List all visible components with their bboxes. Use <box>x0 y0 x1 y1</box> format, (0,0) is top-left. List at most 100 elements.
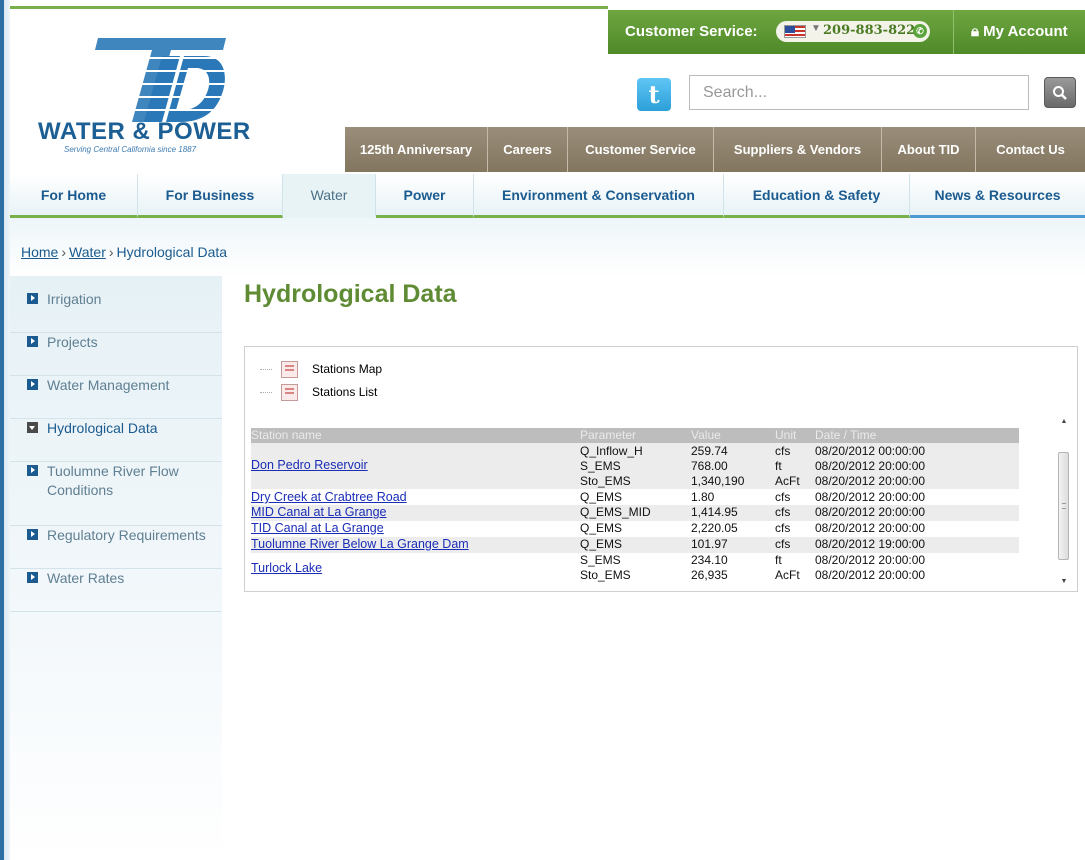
arrow-right-icon <box>27 293 38 304</box>
tid-logo-mark <box>76 38 226 122</box>
customer-service-label: Customer Service: <box>625 23 758 40</box>
tab-education-safety[interactable]: Education & Safety <box>724 174 910 218</box>
column-header-parameter: Parameter <box>580 428 637 442</box>
table-row: Turlock Lake S_EMS 234.10 ft 08/20/2012 … <box>251 553 1019 584</box>
tree-item-stations-map[interactable]: Stations Map <box>260 359 382 379</box>
customer-service-bar: Customer Service: ▼ 209-883-8222 ✆ 🔒︎ My… <box>608 10 1085 54</box>
my-account-link[interactable]: 🔒︎ My Account <box>971 23 1068 40</box>
sidebar-item-label: Water Management <box>47 377 170 393</box>
arrow-right-icon <box>27 379 38 390</box>
page-title: Hydrological Data <box>244 280 457 308</box>
arrow-right-icon <box>27 572 38 583</box>
tree-connector <box>260 391 272 393</box>
tab-water[interactable]: Water <box>283 174 376 218</box>
phone-icon[interactable]: ✆ <box>913 24 927 38</box>
breadcrumb-separator: › <box>61 244 67 260</box>
my-account-label: My Account <box>983 23 1068 40</box>
sidebar-item-label: Tuolumne River Flow Conditions <box>47 463 179 498</box>
breadcrumb-water[interactable]: Water <box>69 244 106 260</box>
nav-suppliers-vendors[interactable]: Suppliers & Vendors <box>714 127 882 172</box>
tree-item-stations-list[interactable]: Stations List <box>260 382 377 402</box>
cell-value: 768.00 <box>691 459 728 473</box>
cell-datetime: 08/20/2012 20:00:00 <box>815 474 926 488</box>
table-subrow: Q_Inflow_H 259.74 cfs 08/20/2012 00:00:0… <box>251 444 1019 459</box>
us-flag-icon <box>784 25 806 38</box>
table-scrollbar[interactable]: ▲ ▼ <box>1057 417 1071 587</box>
phone-number[interactable]: 209-883-8222 <box>823 23 924 38</box>
sidebar-item-hydrological-data[interactable]: Hydrological Data <box>10 419 222 462</box>
sidebar-item-label: Projects <box>47 334 98 350</box>
table-row: Don Pedro Reservoir Q_Inflow_H 259.74 cf… <box>251 443 1019 489</box>
search-input[interactable] <box>689 75 1029 110</box>
arrow-down-icon <box>27 422 38 433</box>
tab-for-business[interactable]: For Business <box>138 174 283 218</box>
tree-connector <box>260 368 272 370</box>
table-subrow: S_EMS 234.10 ft 08/20/2012 20:00:00 <box>251 553 1019 568</box>
cell-parameter: Q_Inflow_H <box>580 444 643 458</box>
tab-power[interactable]: Power <box>376 174 474 218</box>
cell-parameter: Sto_EMS <box>580 568 631 582</box>
cell-unit: cfs <box>775 490 791 504</box>
tab-news-resources[interactable]: News & Resources <box>910 174 1085 218</box>
twitter-icon[interactable]: t <box>637 78 671 111</box>
nav-about-tid[interactable]: About TID <box>882 127 976 172</box>
cell-datetime: 08/20/2012 19:00:00 <box>815 537 926 551</box>
cell-value: 1.80 <box>691 490 715 504</box>
table-row: Tuolumne River Below La Grange Dam Q_EMS… <box>251 537 1019 553</box>
scrollbar-thumb[interactable] <box>1058 452 1069 560</box>
tab-environment-conservation[interactable]: Environment & Conservation <box>474 174 724 218</box>
search-button[interactable] <box>1044 77 1076 108</box>
sidebar-item-water-rates[interactable]: Water Rates <box>10 569 222 612</box>
list-icon <box>281 383 298 401</box>
table-subrow: Q_EMS_MID 1,414.95 cfs 08/20/2012 20:00:… <box>251 505 1019 520</box>
main-nav: For Home For Business Water Power Enviro… <box>10 174 1085 218</box>
scroll-down-icon[interactable]: ▼ <box>1059 577 1069 587</box>
tab-for-home[interactable]: For Home <box>10 174 138 218</box>
tree-item-label: Stations List <box>312 385 378 399</box>
bar-divider <box>953 10 954 54</box>
arrow-right-icon <box>27 336 38 347</box>
sidebar-item-irrigation[interactable]: Irrigation <box>10 290 222 333</box>
cell-value: 1,340,190 <box>691 474 745 488</box>
sidebar-item-regulatory-requirements[interactable]: Regulatory Requirements <box>10 526 222 569</box>
hydrological-data-panel: Stations Map Stations List Station name … <box>244 346 1078 592</box>
utility-nav: 125th Anniversary Careers Customer Servi… <box>345 127 1085 172</box>
cell-datetime: 08/20/2012 20:00:00 <box>815 521 926 535</box>
table-subrow: Sto_EMS 1,340,190 AcFt 08/20/2012 20:00:… <box>251 474 1019 489</box>
table-row: MID Canal at La Grange Q_EMS_MID 1,414.9… <box>251 505 1019 521</box>
cell-unit: AcFt <box>775 568 800 582</box>
scroll-up-icon[interactable]: ▲ <box>1059 417 1069 427</box>
column-header-unit: Unit <box>775 428 797 442</box>
table-header: Station name Parameter Value Unit Date /… <box>251 428 1019 443</box>
cell-unit: cfs <box>775 505 791 519</box>
cell-value: 2,220.05 <box>691 521 738 535</box>
grip-icon <box>1062 503 1066 509</box>
tid-logo[interactable]: WATER & POWER Serving Central California… <box>26 28 256 163</box>
cell-parameter: S_EMS <box>580 459 621 473</box>
nav-careers[interactable]: Careers <box>488 127 568 172</box>
arrow-right-icon <box>27 465 38 476</box>
dropdown-arrow-icon[interactable]: ▼ <box>811 23 821 34</box>
sidebar-item-water-management[interactable]: Water Management <box>10 376 222 419</box>
nav-contact-us[interactable]: Contact Us <box>976 127 1085 172</box>
nav-customer-service[interactable]: Customer Service <box>568 127 714 172</box>
cell-datetime: 08/20/2012 00:00:00 <box>815 444 926 458</box>
column-header-value: Value <box>691 428 721 442</box>
table-subrow: Q_EMS 1.80 cfs 08/20/2012 20:00:00 <box>251 490 1019 505</box>
cell-datetime: 08/20/2012 20:00:00 <box>815 490 926 504</box>
logo-tagline: Serving Central California since 1887 <box>64 145 197 154</box>
nav-125th-anniversary[interactable]: 125th Anniversary <box>345 127 488 172</box>
cell-datetime: 08/20/2012 20:00:00 <box>815 505 926 519</box>
header-accent-line <box>10 6 608 9</box>
cell-datetime: 08/20/2012 20:00:00 <box>815 553 926 567</box>
cell-unit: cfs <box>775 444 791 458</box>
sidebar-item-tuolumne-river-flow[interactable]: Tuolumne River Flow Conditions <box>10 462 222 526</box>
map-icon <box>281 360 298 378</box>
breadcrumb-home[interactable]: Home <box>21 244 58 260</box>
cell-value: 234.10 <box>691 553 728 567</box>
lock-icon: 🔒︎ <box>971 23 984 40</box>
phone-selector[interactable]: ▼ 209-883-8222 ✆ <box>776 21 930 42</box>
table-subrow: Q_EMS 2,220.05 cfs 08/20/2012 20:00:00 <box>251 521 1019 536</box>
cell-value: 259.74 <box>691 444 728 458</box>
sidebar-item-projects[interactable]: Projects <box>10 333 222 376</box>
